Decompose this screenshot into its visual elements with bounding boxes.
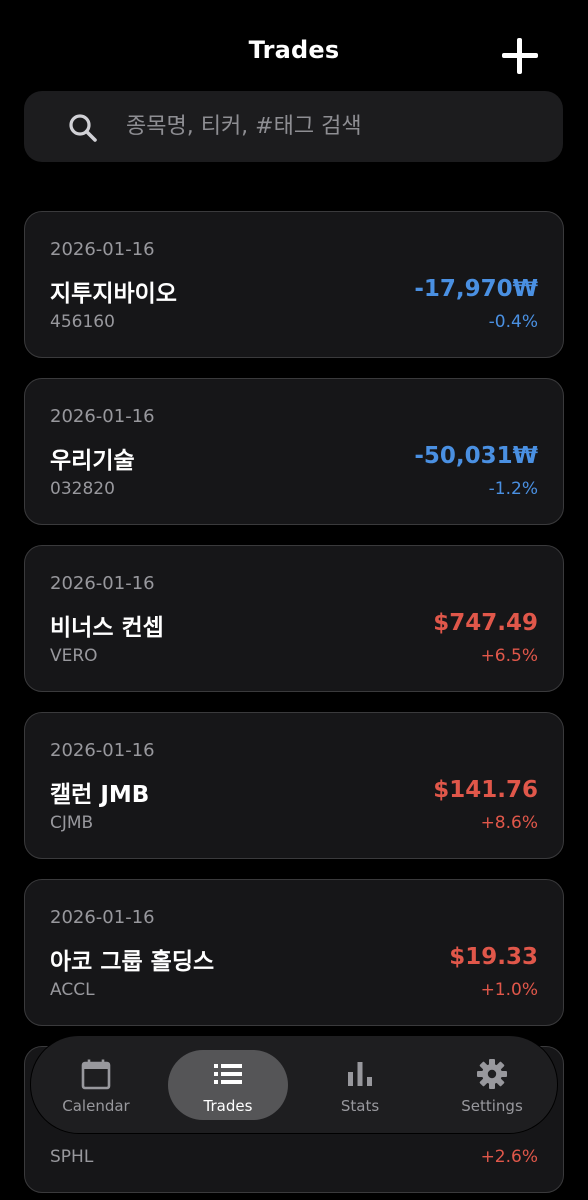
trade-date: 2026-01-16 — [50, 239, 155, 260]
trade-percent: +6.5% — [480, 646, 538, 666]
trade-percent: +2.6% — [480, 1147, 538, 1167]
trade-card[interactable]: 2026-01-16 캘런 JMB CJMB $141.76 +8.6% — [24, 712, 564, 859]
trade-date: 2026-01-16 — [50, 573, 155, 594]
add-trade-button[interactable] — [500, 36, 540, 76]
trade-card[interactable]: 2026-01-16 지투지바이오 456160 -17,970₩ -0.4% — [24, 211, 564, 358]
trade-name: 아코 그룹 홀딩스 — [50, 949, 215, 975]
tab-calendar[interactable]: Calendar — [36, 1050, 156, 1120]
trade-amount: $747.49 — [433, 610, 538, 636]
trade-ticker: SPHL — [50, 1147, 94, 1167]
trade-ticker: ACCL — [50, 980, 95, 1000]
trades-screen: Trades 2026-01-16 지투지바이오 456160 -17,970₩… — [0, 0, 588, 1200]
search-icon — [69, 114, 97, 142]
bottom-tab-bar: Calendar Trades Stats Settings — [31, 1036, 557, 1133]
tab-settings[interactable]: Settings — [432, 1050, 552, 1120]
search-input[interactable] — [126, 91, 556, 162]
header: Trades — [0, 0, 588, 92]
bar-chart-icon — [348, 1062, 372, 1086]
trade-card[interactable]: 2026-01-16 비너스 컨셉 VERO $747.49 +6.5% — [24, 545, 564, 692]
trade-percent: -1.2% — [488, 479, 538, 499]
search-bar[interactable] — [24, 91, 563, 162]
gear-icon — [477, 1059, 507, 1089]
trade-date: 2026-01-16 — [50, 406, 155, 427]
trade-percent: -0.4% — [488, 312, 538, 332]
trade-card[interactable]: 2026-01-16 아코 그룹 홀딩스 ACCL $19.33 +1.0% — [24, 879, 564, 1026]
trade-amount: $19.33 — [449, 944, 538, 970]
trade-ticker: 456160 — [50, 312, 115, 332]
list-icon — [214, 1064, 242, 1084]
trade-card[interactable]: 2026-01-16 우리기술 032820 -50,031₩ -1.2% — [24, 378, 564, 525]
trade-percent: +1.0% — [480, 980, 538, 1000]
trade-ticker: 032820 — [50, 479, 115, 499]
trade-name: 우리기술 — [50, 448, 135, 474]
trade-amount: -17,970₩ — [414, 276, 538, 302]
tab-label: Trades — [203, 1097, 253, 1115]
trade-date: 2026-01-16 — [50, 740, 155, 761]
tab-stats[interactable]: Stats — [300, 1050, 420, 1120]
tab-label: Stats — [340, 1097, 380, 1115]
tab-label: Calendar — [62, 1097, 130, 1115]
trade-name: 비너스 컨셉 — [50, 615, 164, 641]
trade-amount: -50,031₩ — [414, 443, 538, 469]
trade-percent: +8.6% — [480, 813, 538, 833]
trade-ticker: CJMB — [50, 813, 94, 833]
trade-date: 2026-01-16 — [50, 907, 155, 928]
trade-amount: $141.76 — [433, 777, 538, 803]
calendar-icon — [81, 1059, 111, 1090]
trade-name: 지투지바이오 — [50, 281, 177, 307]
tab-label: Settings — [461, 1097, 523, 1115]
trade-name: 캘런 JMB — [50, 782, 150, 808]
tab-trades[interactable]: Trades — [168, 1050, 288, 1120]
trade-ticker: VERO — [50, 646, 98, 666]
